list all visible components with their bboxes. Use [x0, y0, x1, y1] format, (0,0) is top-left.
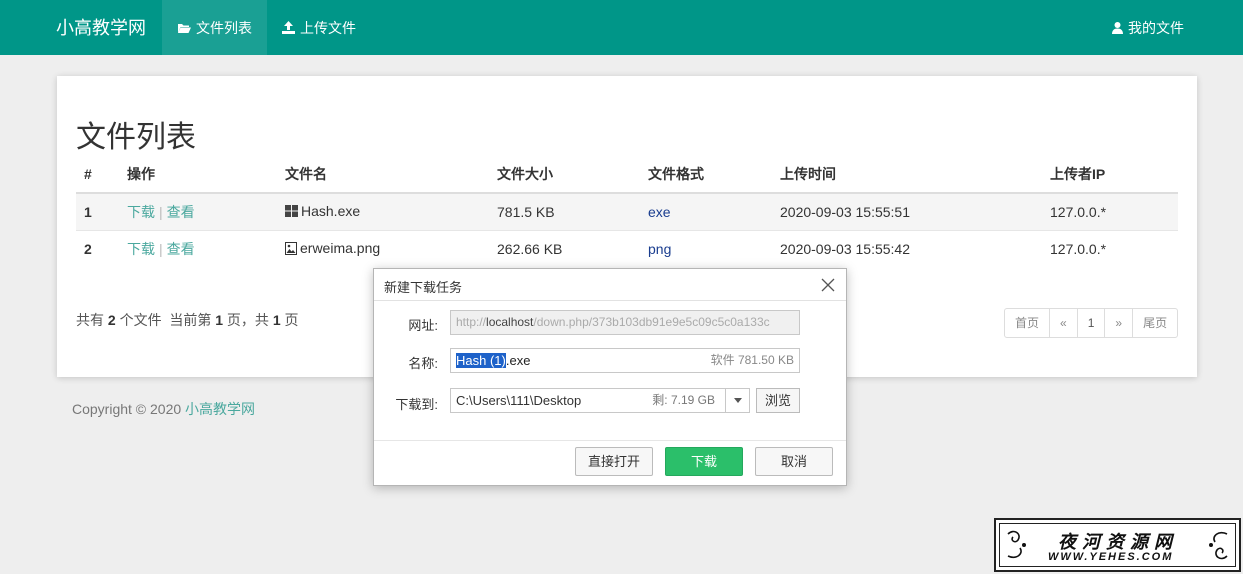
open-directly-button[interactable]: 直接打开: [575, 447, 653, 476]
pager-first[interactable]: 首页: [1005, 309, 1049, 337]
view-link[interactable]: 查看: [167, 204, 195, 220]
brand-logo[interactable]: 小高教学网: [56, 14, 146, 40]
filename-input[interactable]: Hash (1).exe 软件 781.50 KB: [450, 348, 800, 373]
save-path-select[interactable]: C:\Users\111\Desktop 剩: 7.19 GB: [450, 388, 750, 413]
pager-last[interactable]: 尾页: [1132, 309, 1177, 337]
file-name: Hash.exe: [301, 203, 361, 220]
action-separator: |: [159, 203, 163, 220]
windows-icon: [285, 205, 298, 218]
row-num: 2: [76, 229, 119, 267]
nav-my-files[interactable]: 我的文件: [1097, 0, 1199, 55]
row-size: 262.66 KB: [489, 229, 640, 267]
footer: Copyright © 2020 小高教学网: [72, 399, 255, 419]
url-scheme: http://: [456, 315, 487, 329]
summary-mid1: 个文件 当前第: [115, 312, 216, 328]
dialog-footer-divider: [374, 440, 846, 441]
row-actions: 下载 | 查看: [119, 229, 277, 267]
col-upload-time: 上传时间: [772, 156, 1042, 194]
row-filename: erweima.png: [277, 229, 489, 267]
nav-file-list[interactable]: 文件列表: [162, 0, 267, 55]
row-size: 781.5 KB: [489, 192, 640, 230]
ornament-left-icon: [1007, 530, 1026, 559]
save-path-value: C:\Users\111\Desktop: [456, 393, 582, 408]
row-format: png: [640, 229, 772, 267]
download-link[interactable]: 下载: [127, 204, 155, 220]
pager-current[interactable]: 1: [1076, 309, 1105, 337]
row-actions: 下载 | 查看: [119, 192, 277, 230]
pagination: 首页 « 1 » 尾页: [1004, 308, 1179, 338]
filename-extension: .exe: [505, 353, 531, 368]
watermark-url: WWW.YEHES.COM: [1048, 551, 1174, 563]
cancel-button[interactable]: 取消: [755, 447, 833, 476]
browse-button[interactable]: 浏览: [756, 388, 800, 413]
user-icon: [1112, 21, 1123, 34]
folder-open-icon: [178, 23, 191, 33]
filename-selected-text: Hash (1): [456, 353, 506, 368]
summary-mid2: 页，共: [223, 312, 273, 328]
summary-count: 2: [107, 312, 116, 328]
summary-post: 页: [280, 312, 299, 328]
table-header-row: # 操作 文件名 文件大小 文件格式 上传时间 上传者IP: [76, 156, 1178, 194]
row-time: 2020-09-03 15:55:42: [772, 229, 1042, 267]
file-table: # 操作 文件名 文件大小 文件格式 上传时间 上传者IP 1 下载 | 查看 Ha…: [76, 156, 1178, 267]
file-count-summary: 共有 2 个文件 当前第 1 页，共 1 页: [76, 310, 299, 330]
col-num: #: [76, 156, 119, 194]
row-time: 2020-09-03 15:55:51: [772, 192, 1042, 230]
name-label: 名称:: [408, 356, 438, 371]
file-type-size: 软件 781.50 KB: [710, 353, 794, 367]
row-ip: 127.0.0.*: [1042, 229, 1178, 267]
summary-total: 1: [272, 312, 281, 328]
pager-next[interactable]: »: [1104, 309, 1132, 337]
row-format: exe: [640, 192, 772, 230]
watermark-logo: 夜河资源网 WWW.YEHES.COM: [994, 518, 1241, 572]
summary-pre: 共有: [76, 312, 108, 328]
col-filename: 文件名: [277, 156, 489, 194]
footer-link[interactable]: 小高教学网: [185, 401, 255, 417]
path-dropdown-button[interactable]: [725, 389, 749, 412]
page-title: 文件列表: [76, 121, 196, 154]
upload-icon: [282, 21, 295, 34]
url-path: /down.php/373b103db91e9e5c09c5c0a133c: [533, 315, 770, 329]
top-navbar: 小高教学网 文件列表 上传文件 我的文件: [0, 0, 1243, 55]
row-num: 1: [76, 192, 119, 230]
url-label: 网址:: [408, 318, 438, 333]
nav-my-files-label: 我的文件: [1128, 19, 1184, 36]
view-link[interactable]: 查看: [167, 241, 195, 257]
nav-upload[interactable]: 上传文件: [267, 0, 371, 55]
copyright-text: Copyright © 2020: [72, 401, 186, 417]
nav-upload-label: 上传文件: [300, 19, 356, 36]
summary-page: 1: [215, 312, 224, 328]
col-size: 文件大小: [489, 156, 640, 194]
download-button[interactable]: 下载: [665, 447, 743, 476]
table-row: 1 下载 | 查看 Hash.exe 781.5 KB exe 2020-09-03…: [76, 192, 1178, 230]
caret-down-icon: [733, 398, 742, 403]
file-name: erweima.png: [300, 240, 381, 256]
save-to-label: 下载到:: [395, 397, 438, 412]
col-actions: 操作: [119, 156, 277, 194]
action-separator: |: [159, 240, 163, 257]
free-space: 剩: 7.19 GB: [652, 393, 715, 407]
pager-prev[interactable]: «: [1049, 309, 1077, 337]
dialog-title: 新建下载任务: [384, 280, 463, 295]
nav-file-list-label: 文件列表: [196, 19, 252, 36]
url-host: localhost: [486, 315, 534, 329]
new-download-dialog: 新建下载任务 网址: http://localhost/down.php/373…: [373, 268, 847, 486]
table-row: 2 下载 | 查看 erweima.png 262.66 KB png 2020-0…: [76, 229, 1178, 267]
url-field[interactable]: http://localhost/down.php/373b103db91e9e…: [450, 310, 800, 335]
ornament-right-icon: [1209, 531, 1228, 560]
download-link[interactable]: 下载: [127, 241, 155, 257]
col-format: 文件格式: [640, 156, 772, 194]
col-uploader-ip: 上传者IP: [1042, 156, 1178, 194]
dialog-header: 新建下载任务: [374, 269, 846, 301]
row-ip: 127.0.0.*: [1042, 192, 1178, 230]
row-filename: Hash.exe: [277, 192, 489, 230]
close-icon[interactable]: [820, 277, 836, 293]
image-file-icon: [285, 241, 297, 255]
